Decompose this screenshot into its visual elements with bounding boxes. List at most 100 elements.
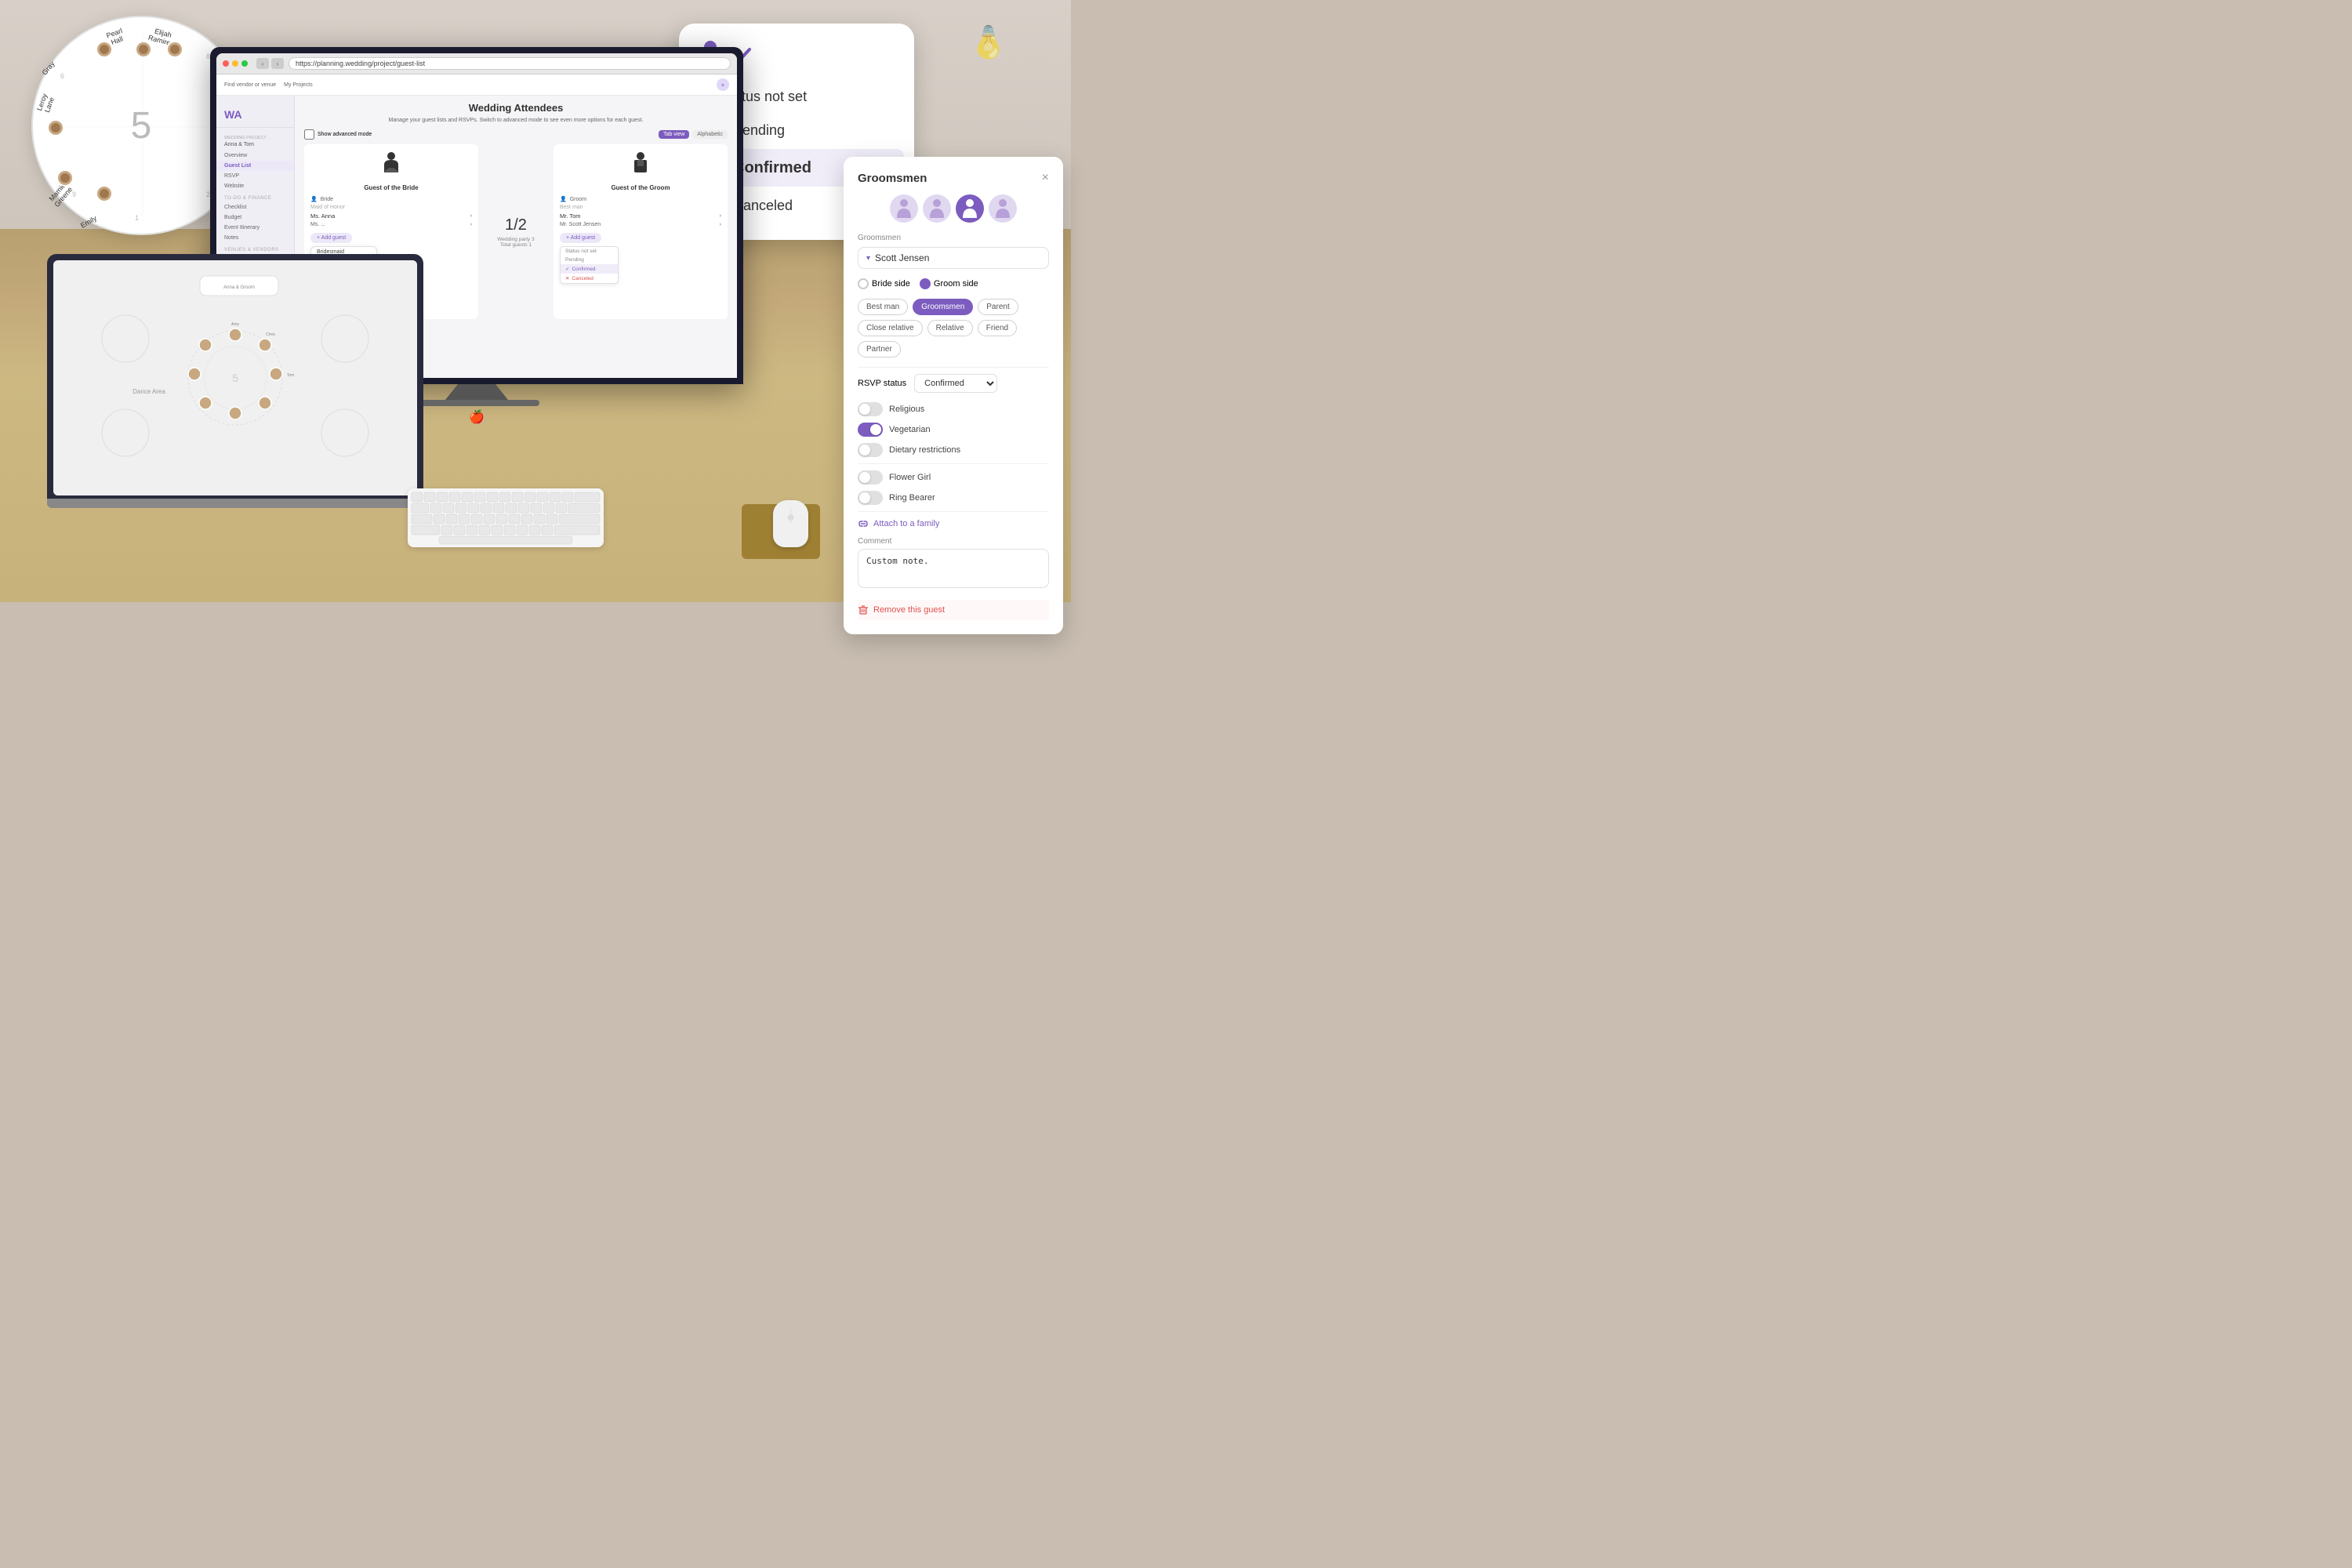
apple-logo: 🍎 bbox=[469, 409, 485, 425]
rsvp-option-canceled[interactable]: ✕ Canceled bbox=[561, 274, 618, 283]
avatar-person-3 bbox=[961, 198, 978, 220]
vegetarian-toggle-knob bbox=[870, 424, 881, 435]
alphabetic-button[interactable]: Alphabetic bbox=[692, 130, 728, 139]
avatar-person-4 bbox=[994, 198, 1011, 220]
panel-avatar-4[interactable] bbox=[989, 194, 1017, 223]
laptop-screen-inner: Dance Area 5 bbox=[53, 260, 417, 495]
ring-bearer-toggle-row: Ring Bearer bbox=[858, 491, 1049, 505]
sidebar-item-website[interactable]: Website bbox=[216, 181, 294, 191]
browser-toolbar: ‹ › https://planning.wedding/project/gue… bbox=[216, 53, 737, 74]
flower-girl-toggle[interactable] bbox=[858, 470, 883, 485]
view-controls: Show advanced mode Tab view Alphabetic bbox=[304, 129, 728, 140]
rsvp-option-pending[interactable]: Pending bbox=[561, 256, 618, 264]
link-icon bbox=[858, 518, 869, 529]
role-btn-partner[interactable]: Partner bbox=[858, 341, 901, 358]
selected-name: Scott Jensen bbox=[875, 252, 929, 263]
name-selector[interactable]: ▾ Scott Jensen bbox=[858, 247, 1049, 269]
panel-avatar-2[interactable] bbox=[923, 194, 951, 223]
groom-person-value: Mr. Scott Jensen bbox=[560, 222, 601, 227]
groom-person-row: Mr. Scott Jensen › bbox=[560, 222, 721, 227]
role-btn-parent[interactable]: Parent bbox=[978, 299, 1018, 315]
advanced-mode-toggle[interactable]: Show advanced mode bbox=[304, 129, 372, 140]
sidebar-item-checklist[interactable]: Checklist bbox=[216, 202, 294, 212]
sidebar-item-event-itinerary[interactable]: Event Itinerary bbox=[216, 223, 294, 233]
bride-side-option[interactable]: Bride side bbox=[858, 278, 910, 289]
back-button[interactable]: ‹ bbox=[256, 58, 269, 69]
sidebar-item-overview[interactable]: Overview bbox=[216, 151, 294, 161]
panel-avatar-row bbox=[858, 194, 1049, 223]
bestman-field: Best man bbox=[560, 205, 721, 210]
ring-bearer-toggle-knob bbox=[859, 492, 870, 503]
stats-ratio: 1/2 bbox=[505, 216, 527, 234]
projects-nav-link[interactable]: My Projects bbox=[284, 82, 313, 88]
app-logo: WA bbox=[216, 102, 294, 128]
close-window-button[interactable] bbox=[223, 60, 229, 67]
role-btn-relative[interactable]: Relative bbox=[927, 320, 973, 336]
bestman-label: Best man bbox=[560, 205, 583, 210]
attach-family-button[interactable]: Attach to a family bbox=[858, 518, 1049, 529]
ring-bearer-toggle[interactable] bbox=[858, 491, 883, 505]
sidebar-project-label: WEDDING PROJECT Anna & Tom bbox=[216, 132, 294, 151]
comment-textarea[interactable]: Custom note. bbox=[858, 549, 1049, 588]
minimize-window-button[interactable] bbox=[232, 60, 238, 67]
panel-close-button[interactable]: × bbox=[1042, 171, 1049, 185]
sidebar-item-guestlist[interactable]: Guest List bbox=[216, 161, 294, 171]
bestman-value-row: Mr. Tom › bbox=[560, 212, 721, 220]
bride-silhouette bbox=[310, 151, 472, 180]
trash-icon bbox=[858, 604, 869, 615]
advanced-mode-checkbox[interactable] bbox=[304, 129, 314, 140]
app-top-nav: Find vendor or venue My Projects + bbox=[216, 74, 737, 96]
groom-silhouette bbox=[560, 151, 721, 180]
comment-label: Comment bbox=[858, 537, 1049, 546]
sidebar-item-budget[interactable]: Budget bbox=[216, 212, 294, 223]
name-select-arrow: ▾ bbox=[866, 254, 870, 263]
religious-label: Religious bbox=[889, 405, 924, 414]
keyboard bbox=[408, 488, 604, 547]
svg-text:5: 5 bbox=[232, 372, 238, 384]
rsvp-option-not-set[interactable]: Status not set bbox=[561, 247, 618, 256]
role-btn-groomsmen[interactable]: Groomsmen bbox=[913, 299, 973, 315]
role-btn-friend[interactable]: Friend bbox=[978, 320, 1017, 336]
groom-side-radio bbox=[920, 278, 931, 289]
add-groom-guest-button[interactable]: + Add guest bbox=[560, 233, 601, 243]
page-title: Wedding Attendees bbox=[304, 102, 728, 114]
tab-view-button[interactable]: Tab view bbox=[659, 130, 689, 139]
dietary-label: Dietary restrictions bbox=[889, 445, 960, 455]
maximize-window-button[interactable] bbox=[241, 60, 248, 67]
svg-text:Anna & Groom: Anna & Groom bbox=[223, 285, 255, 290]
rsvp-status-select[interactable]: Status not set Pending Confirmed Cancele… bbox=[914, 374, 997, 393]
sidebar-section-todo: TO-DO & FINANCE bbox=[216, 191, 294, 202]
dietary-toggle-row: Dietary restrictions bbox=[858, 443, 1049, 457]
bride-side-radio bbox=[858, 278, 869, 289]
project-label-text: WEDDING PROJECT bbox=[224, 136, 286, 140]
role-btn-bestman[interactable]: Best man bbox=[858, 299, 908, 315]
forward-button[interactable]: › bbox=[271, 58, 284, 69]
groom-column: Guest of the Groom 👤 Groom Best man Mr. … bbox=[554, 144, 728, 319]
view-buttons: Tab view Alphabetic bbox=[659, 130, 728, 139]
remove-guest-button[interactable]: Remove this guest bbox=[858, 600, 1049, 620]
religious-toggle[interactable] bbox=[858, 402, 883, 416]
sidebar-item-rsvp[interactable]: RSVP bbox=[216, 171, 294, 181]
panel-avatar-1[interactable] bbox=[890, 194, 918, 223]
user-avatar[interactable]: + bbox=[717, 78, 729, 91]
url-bar[interactable]: https://planning.wedding/project/guest-l… bbox=[289, 57, 731, 70]
dietary-toggle[interactable] bbox=[858, 443, 883, 457]
side-selector: Bride side Groom side bbox=[858, 278, 1049, 289]
groom-field-icon: 👤 bbox=[560, 196, 567, 202]
vegetarian-toggle-row: Vegetarian bbox=[858, 423, 1049, 437]
religious-toggle-row: Religious bbox=[858, 402, 1049, 416]
panel-avatar-3[interactable] bbox=[956, 194, 984, 223]
rsvp-option-confirmed[interactable]: ✓ Confirmed bbox=[561, 264, 618, 274]
groom-label: 👤 Groom bbox=[560, 196, 721, 202]
add-bride-guest-button[interactable]: + Add guest bbox=[310, 233, 352, 243]
role-buttons: Best man Groomsmen Parent Close relative… bbox=[858, 299, 1049, 358]
vegetarian-toggle[interactable] bbox=[858, 423, 883, 437]
groom-icon bbox=[631, 151, 650, 174]
vendor-nav-link[interactable]: Find vendor or venue bbox=[224, 82, 276, 88]
sidebar-item-notes[interactable]: Notes bbox=[216, 233, 294, 243]
keyboard-svg bbox=[408, 488, 604, 547]
groom-side-option[interactable]: Groom side bbox=[920, 278, 978, 289]
role-btn-close-relative[interactable]: Close relative bbox=[858, 320, 923, 336]
attach-family-label: Attach to a family bbox=[873, 519, 939, 528]
panel-header: Groomsmen × bbox=[858, 171, 1049, 185]
